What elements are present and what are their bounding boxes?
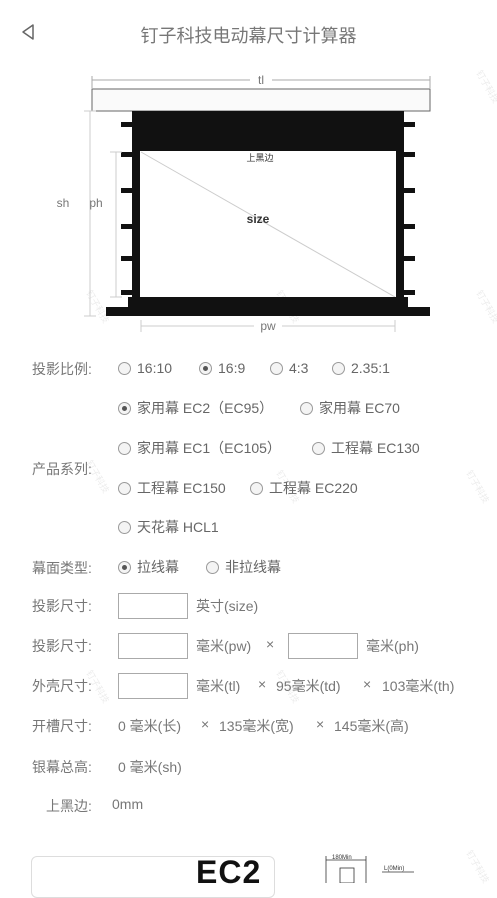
right-tension-tabs (404, 122, 415, 295)
radio-icon (118, 361, 131, 375)
mini-dimension-diagram: 180Min L(0Min) (325, 855, 414, 883)
pw-input[interactable] (118, 633, 188, 659)
radio-icon (300, 401, 313, 415)
top-black-row: 上黑边: 0mm (0, 790, 497, 820)
case-times-2: × (363, 676, 372, 692)
slot-width: 135毫米(宽) (219, 718, 294, 734)
th-value: 103毫米(th) (382, 678, 455, 694)
top-black-value: 0mm (112, 796, 144, 812)
ratio-row: 投影比例: 16:10 16:9 4:3 2.35:1 (0, 353, 497, 383)
bottom-weight-bar (128, 297, 408, 307)
radio-icon (270, 361, 283, 375)
radio-icon (118, 481, 131, 495)
dims-row: 投影尺寸: 毫米(pw) × 毫米(ph) (0, 630, 497, 660)
product-row-1: 家用幕 EC2（EC95） 家用幕 EC70 (0, 393, 497, 423)
radio-selected-icon (118, 560, 131, 574)
slot-length: 0 毫米(长) (118, 718, 181, 734)
screen-diagram: tl 上黑边 size sh ph pw (52, 72, 431, 333)
radio-selected-icon (118, 401, 131, 415)
product-model-text: EC2 (196, 854, 262, 890)
radio-selected-icon (199, 361, 212, 375)
screen-housing (91, 88, 431, 112)
radio-icon (250, 481, 263, 495)
page-title: 钉子科技电动幕尺寸计算器 (140, 26, 357, 46)
product-option-hcl1[interactable]: 天花幕 HCL1 (118, 517, 219, 537)
product-option-ec70[interactable]: 家用幕 EC70 (300, 398, 400, 418)
top-black-border (132, 111, 404, 151)
ratio-option-4-3[interactable]: 4:3 (270, 358, 308, 378)
size-label: size (247, 212, 270, 226)
left-frame (132, 111, 140, 307)
size-unit: 英寸(size) (196, 598, 259, 614)
slot-height: 145毫米(高) (334, 718, 409, 734)
size-row-label: 投影尺寸: (32, 598, 92, 614)
tl-unit: 毫米(tl) (196, 678, 241, 694)
total-height-row: 银幕总高: 0 毫米(sh) (0, 751, 497, 781)
product-row-4: 天花幕 HCL1 (0, 512, 497, 542)
ratio-option-16-10[interactable]: 16:10 (118, 358, 172, 378)
case-row-label: 外壳尺寸: (32, 678, 92, 694)
product-option-ec2[interactable]: 家用幕 EC2（EC95） (118, 398, 273, 418)
case-times-1: × (258, 676, 267, 692)
surface-option-non-tensioned[interactable]: 非拉线幕 (206, 557, 281, 577)
slot-row-label: 开槽尺寸: (32, 718, 92, 734)
size-row: 投影尺寸: 英寸(size) (0, 590, 497, 620)
watermark: 钉子科技 (464, 848, 491, 885)
mini-dim-label-1: 180Min (332, 855, 352, 861)
slot-times-1: × (201, 716, 210, 732)
radio-icon (118, 520, 131, 534)
tl-input[interactable] (118, 673, 188, 699)
ratio-option-16-9[interactable]: 16:9 (199, 358, 245, 378)
mini-dim-label-2: L(0Min) (384, 866, 404, 872)
header: 钉子科技电动幕尺寸计算器 (0, 0, 497, 66)
ratio-label: 投影比例: (32, 361, 92, 377)
ph-input[interactable] (288, 633, 358, 659)
product-row-3: 工程幕 EC150 工程幕 EC220 (0, 473, 497, 503)
ph-label: ph (89, 196, 102, 210)
surface-option-tensioned[interactable]: 拉线幕 (118, 557, 179, 577)
ratio-option-2-35-1[interactable]: 2.35:1 (332, 358, 390, 378)
ph-unit: 毫米(ph) (366, 638, 419, 654)
case-row: 外壳尺寸: 毫米(tl) × 95毫米(td) × 103毫米(th) (0, 670, 497, 700)
radio-icon (206, 560, 219, 574)
pw-unit: 毫米(pw) (196, 638, 252, 654)
pw-label: pw (260, 319, 276, 333)
right-frame (396, 111, 404, 307)
sh-label: sh (57, 196, 70, 210)
slot-times-2: × (316, 716, 325, 732)
tl-label: tl (258, 73, 264, 87)
dims-row-label: 投影尺寸: (32, 638, 92, 654)
top-black-row-label: 上黑边: (46, 798, 92, 814)
surface-row: 幕面类型: 拉线幕 非拉线幕 (0, 552, 497, 582)
radio-icon (332, 361, 345, 375)
slot-row: 开槽尺寸: 0 毫米(长) × 135毫米(宽) × 145毫米(高) (0, 710, 497, 740)
total-height-label: 银幕总高: (32, 759, 92, 775)
dims-times: × (266, 636, 275, 652)
product-option-ec220[interactable]: 工程幕 EC220 (250, 478, 358, 498)
total-height-value: 0 毫米(sh) (118, 759, 182, 775)
surface-label: 幕面类型: (32, 560, 92, 576)
left-tension-tabs (121, 122, 132, 295)
td-value: 95毫米(td) (276, 678, 341, 694)
product-option-ec150[interactable]: 工程幕 EC150 (118, 478, 226, 498)
top-black-label: 上黑边 (246, 153, 273, 163)
bottom-base-bar (106, 307, 430, 316)
size-input[interactable] (118, 593, 188, 619)
